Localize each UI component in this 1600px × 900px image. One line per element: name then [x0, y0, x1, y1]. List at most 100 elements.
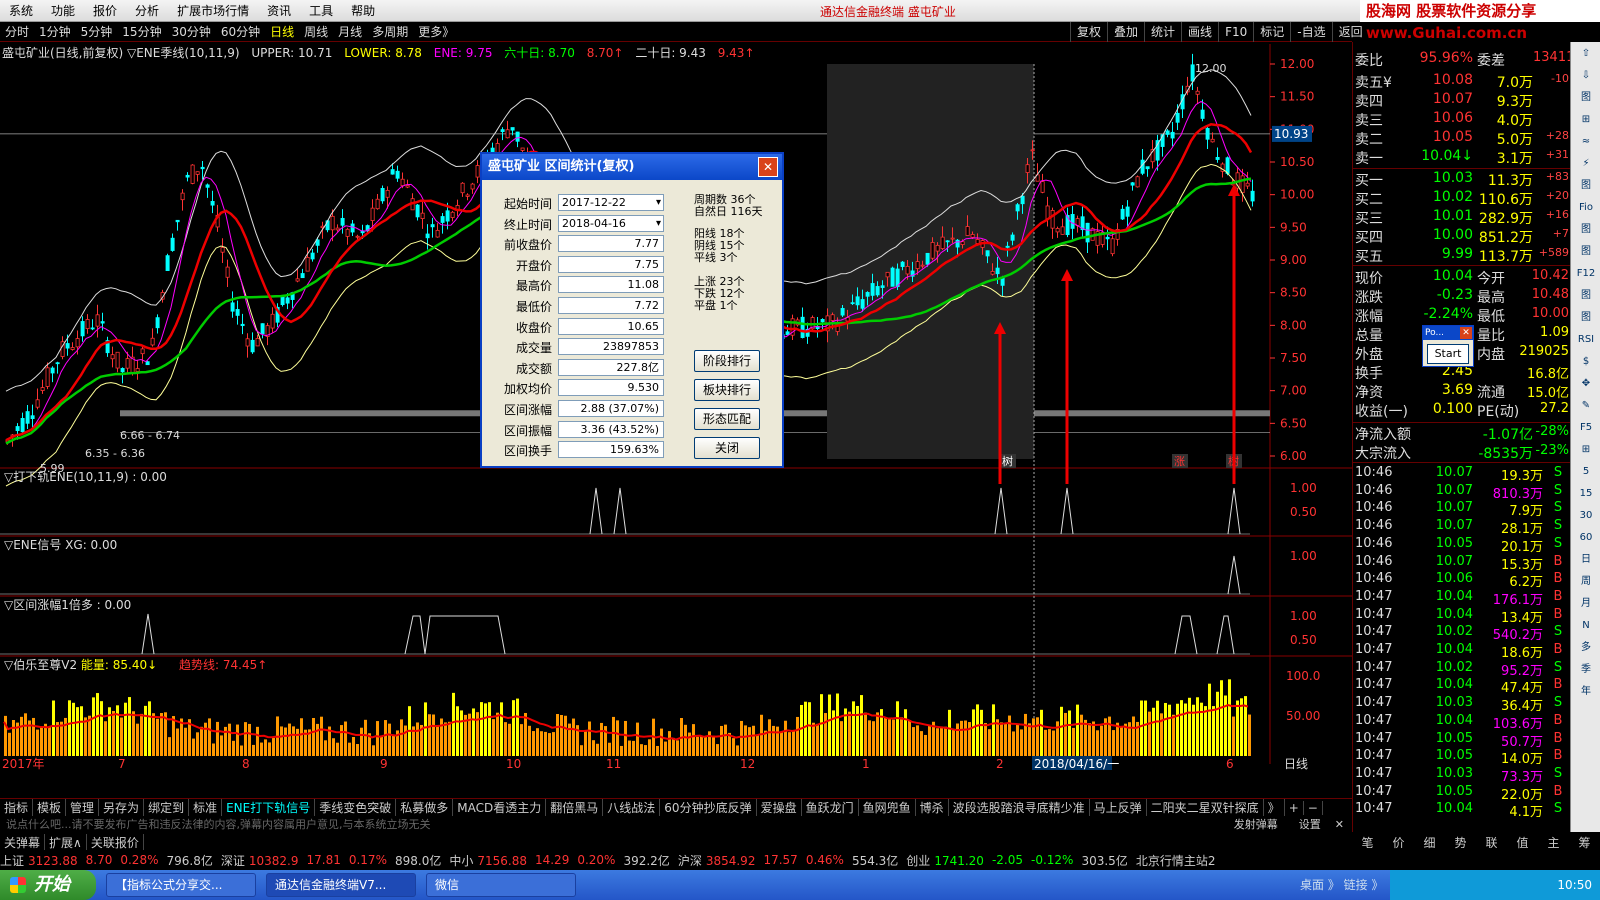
tab-0[interactable]: 指标: [0, 799, 34, 816]
menu-function[interactable]: 功能: [42, 2, 84, 19]
side-tool-17[interactable]: F5: [1573, 418, 1599, 438]
tab-6[interactable]: ENE打下轨信号: [222, 799, 316, 816]
quote-tab-4[interactable]: 联: [1485, 834, 1497, 851]
tab-13[interactable]: 爱操盘: [757, 799, 802, 816]
tab-1[interactable]: 模板: [33, 799, 67, 816]
side-tool-12[interactable]: 图: [1573, 308, 1599, 328]
side-tool-28[interactable]: 季: [1573, 660, 1599, 680]
side-tool-21[interactable]: 30: [1573, 506, 1599, 526]
side-tool-26[interactable]: N: [1573, 616, 1599, 636]
quote-tab-7[interactable]: 筹: [1578, 834, 1590, 851]
task-formula-share[interactable]: 【指标公式分享交...: [106, 873, 256, 897]
tab-16[interactable]: 博杀: [916, 799, 949, 816]
mini-start-button[interactable]: Start: [1427, 344, 1469, 364]
quote-tab-5[interactable]: 值: [1516, 834, 1528, 851]
period-10[interactable]: 更多》: [413, 23, 459, 40]
tab-7[interactable]: 季线变色突破: [315, 799, 397, 816]
danmaku-settings-button[interactable]: 设置: [1299, 818, 1321, 831]
side-tool-0[interactable]: ⇧: [1573, 44, 1599, 64]
tab-11[interactable]: 八线战法: [603, 799, 661, 816]
side-tool-16[interactable]: ✎: [1573, 396, 1599, 416]
dialog-button-1[interactable]: 板块排行: [694, 379, 760, 401]
menu-help[interactable]: 帮助: [342, 2, 384, 19]
tab-8[interactable]: 私募做多: [396, 799, 454, 816]
side-tool-23[interactable]: 日: [1573, 550, 1599, 570]
quote-tab-2[interactable]: 细: [1423, 834, 1435, 851]
start-button[interactable]: 开始: [0, 870, 96, 900]
menu-system[interactable]: 系统: [0, 2, 42, 19]
tab-22[interactable]: −: [1304, 800, 1323, 815]
side-tool-25[interactable]: 月: [1573, 594, 1599, 614]
date-select[interactable]: 2018-04-16: [558, 214, 664, 232]
side-tool-27[interactable]: 多: [1573, 638, 1599, 658]
side-tool-18[interactable]: ⊞: [1573, 440, 1599, 460]
menu-tools[interactable]: 工具: [300, 2, 342, 19]
period-6[interactable]: 日线: [265, 23, 299, 40]
side-tool-1[interactable]: ⇩: [1573, 66, 1599, 86]
tool-6[interactable]: -自选: [1290, 22, 1331, 42]
tool-1[interactable]: 叠加: [1107, 22, 1144, 42]
side-tool-29[interactable]: 年: [1573, 682, 1599, 702]
side-tool-15[interactable]: ✥: [1573, 374, 1599, 394]
side-tool-7[interactable]: Fio: [1573, 198, 1599, 218]
status-item-0[interactable]: 关弹幕: [0, 833, 46, 851]
side-tool-6[interactable]: 图: [1573, 176, 1599, 196]
tab-15[interactable]: 鱼网兜鱼: [859, 799, 916, 816]
period-4[interactable]: 30分钟: [167, 23, 216, 40]
side-tool-2[interactable]: 图: [1573, 88, 1599, 108]
side-tool-3[interactable]: ⊞: [1573, 110, 1599, 130]
dialog-button-3[interactable]: 关闭: [694, 437, 760, 459]
period-0[interactable]: 分时: [0, 23, 34, 40]
quick-links[interactable]: 桌面 》 链接 》: [1300, 870, 1383, 900]
side-tool-8[interactable]: 图: [1573, 220, 1599, 240]
tool-0[interactable]: 复权: [1070, 22, 1107, 42]
tool-2[interactable]: 统计: [1144, 22, 1181, 42]
dialog-button-2[interactable]: 形态匹配: [694, 408, 760, 430]
tool-7[interactable]: 返回: [1331, 22, 1369, 42]
side-tool-5[interactable]: ⚡: [1573, 154, 1599, 174]
period-3[interactable]: 15分钟: [117, 23, 166, 40]
tab-4[interactable]: 绑定到: [144, 799, 190, 816]
menu-extended-market[interactable]: 扩展市场行情: [168, 2, 258, 19]
tool-5[interactable]: 标记: [1253, 22, 1290, 42]
tab-19[interactable]: 二阳夹二星双针探底: [1147, 799, 1264, 816]
danmaku-close-icon[interactable]: ✕: [1335, 818, 1344, 831]
launch-danmaku-button[interactable]: 发射弹幕: [1234, 818, 1278, 831]
period-5[interactable]: 60分钟: [216, 23, 265, 40]
tool-4[interactable]: F10: [1218, 22, 1253, 42]
quote-tab-6[interactable]: 主: [1547, 834, 1559, 851]
tab-2[interactable]: 管理: [66, 799, 100, 816]
task-wechat[interactable]: 微信: [426, 873, 576, 897]
side-tool-20[interactable]: 15: [1573, 484, 1599, 504]
tab-18[interactable]: 马上反弹: [1090, 799, 1147, 816]
quote-tab-3[interactable]: 势: [1454, 834, 1466, 851]
side-tool-9[interactable]: 图: [1573, 242, 1599, 262]
side-tool-13[interactable]: RSI: [1573, 330, 1599, 350]
tool-3[interactable]: 画线: [1181, 22, 1218, 42]
side-tool-22[interactable]: 60: [1573, 528, 1599, 548]
menu-analysis[interactable]: 分析: [126, 2, 168, 19]
tab-17[interactable]: 波段选股踏浪寻底精少准: [949, 799, 1090, 816]
tab-20[interactable]: 》: [1264, 799, 1285, 816]
tab-9[interactable]: MACD看透主力: [453, 799, 547, 816]
tab-12[interactable]: 60分钟抄底反弹: [660, 799, 757, 816]
period-7[interactable]: 周线: [299, 23, 333, 40]
quote-tab-0[interactable]: 笔: [1361, 834, 1373, 851]
tab-14[interactable]: 鱼跃龙门: [802, 799, 859, 816]
tab-10[interactable]: 翻倍黑马: [546, 799, 604, 816]
side-tool-24[interactable]: 周: [1573, 572, 1599, 592]
side-tool-19[interactable]: 5: [1573, 462, 1599, 482]
side-tool-4[interactable]: ≈: [1573, 132, 1599, 152]
side-tool-14[interactable]: $: [1573, 352, 1599, 372]
danmaku-input[interactable]: 说点什么吧...请不要发布广告和违反法律的内容,弹幕内容属用户意见,与本系统立场…: [6, 818, 430, 831]
date-select[interactable]: 2017-12-22: [558, 194, 664, 211]
status-item-1[interactable]: 扩展∧: [45, 833, 87, 851]
period-8[interactable]: 月线: [333, 23, 367, 40]
status-item-2[interactable]: 关联报价: [87, 833, 144, 851]
period-2[interactable]: 5分钟: [76, 23, 118, 40]
task-tdx-terminal[interactable]: 通达信金融终端V7...: [266, 873, 416, 897]
mini-close-button[interactable]: ✕: [1460, 327, 1472, 339]
side-tool-11[interactable]: 图: [1573, 286, 1599, 306]
period-1[interactable]: 1分钟: [34, 23, 76, 40]
tab-5[interactable]: 标准: [189, 799, 223, 816]
